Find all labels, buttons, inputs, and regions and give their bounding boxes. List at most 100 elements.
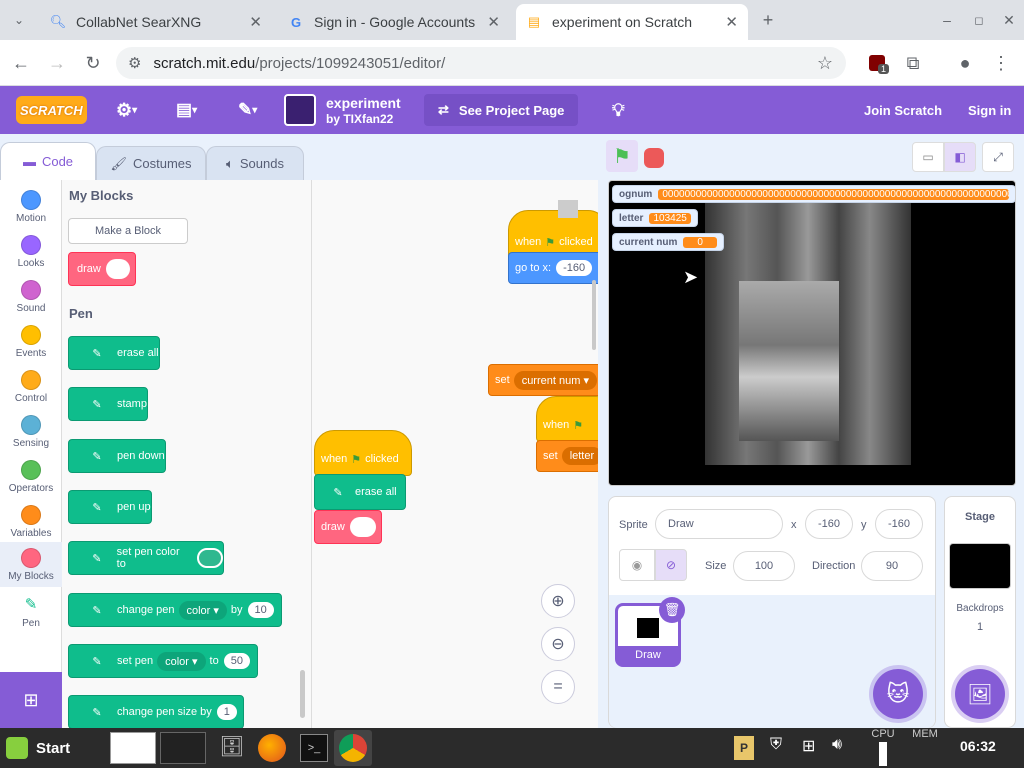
choose-backdrop-button[interactable]: 🖼︎: [955, 669, 1005, 719]
close-icon[interactable]: ✕: [487, 13, 500, 31]
forward-icon[interactable]: →: [42, 48, 72, 78]
sprite-name-field[interactable]: Draw: [655, 509, 783, 539]
block-erase-all[interactable]: ✎ erase all: [314, 474, 406, 510]
block-change-pen[interactable]: ✎ change pen color ▾ by 10: [68, 593, 282, 627]
show-sprite-button[interactable]: ◉: [619, 549, 655, 581]
clock[interactable]: 06:32: [960, 738, 996, 754]
sprite-size-field[interactable]: 100: [733, 551, 795, 581]
category-control[interactable]: Control: [0, 364, 62, 409]
block-set-letter[interactable]: set letter: [536, 440, 598, 472]
category-my-blocks[interactable]: My Blocks: [0, 542, 62, 587]
block-set-pen-color[interactable]: ✎ set pen color to: [68, 541, 224, 575]
script-area[interactable]: when ⚑ clicked go to x: -160 set current num…: [312, 180, 598, 728]
block-input[interactable]: -160: [556, 260, 593, 276]
category-sound[interactable]: Sound: [0, 274, 62, 319]
category-looks[interactable]: Looks: [0, 229, 62, 274]
block-go-to-xy[interactable]: go to x: -160: [508, 252, 598, 284]
block-input[interactable]: 50: [223, 653, 250, 669]
extensions-puzzle-icon[interactable]: ⧉: [898, 48, 928, 78]
color-dropdown[interactable]: color ▾: [157, 651, 206, 671]
edit-menu-icon[interactable]: ✎ ▾: [238, 86, 257, 134]
sprite-y-field[interactable]: -160: [875, 509, 923, 539]
cpu-monitor[interactable]: CPU: [866, 728, 900, 768]
lightbulb-icon[interactable]: 💡︎: [612, 86, 625, 134]
stage-canvas[interactable]: ognum 00000000000000000000000000000000000…: [608, 180, 1016, 486]
browser-menu-icon[interactable]: ⋮: [986, 48, 1016, 78]
file-manager-icon[interactable]: 🗄︎: [218, 734, 246, 762]
block-change-pen-size[interactable]: ✎ change pen size by 1: [68, 695, 244, 728]
chrome-taskbar-item[interactable]: [334, 730, 372, 766]
file-menu-icon[interactable]: ▤ ▾: [176, 86, 197, 134]
tab-searxng[interactable]: 🔍︎ CollabNet SearXNG ✕: [40, 4, 272, 40]
back-icon[interactable]: ←: [6, 48, 36, 78]
sprite-x-field[interactable]: -160: [805, 509, 853, 539]
url-field[interactable]: ⚙ scratch.mit.edu/projects/1099243051/ed…: [116, 47, 846, 79]
category-operators[interactable]: Operators: [0, 454, 62, 499]
add-extension-button[interactable]: ⊞: [0, 672, 62, 728]
close-icon[interactable]: ✕: [249, 13, 262, 31]
maximize-icon[interactable]: ◻: [964, 5, 994, 35]
stage-thumbnail[interactable]: [949, 543, 1011, 589]
scratch-logo[interactable]: SCRATCH: [16, 96, 87, 124]
project-author[interactable]: by TIXfan22: [326, 112, 393, 126]
tab-scratch[interactable]: ▤ experiment on Scratch ✕: [516, 4, 748, 40]
block-pen-down[interactable]: ✎ pen down: [68, 439, 166, 473]
firefox-icon[interactable]: [258, 734, 286, 762]
sprite-direction-field[interactable]: 90: [861, 551, 923, 581]
block-draw[interactable]: draw: [68, 252, 136, 286]
new-tab-icon[interactable]: +: [753, 5, 783, 35]
window-close-icon[interactable]: ✕: [994, 5, 1024, 35]
bookmark-star-icon[interactable]: ☆: [810, 48, 840, 78]
volume-icon[interactable]: 🔊︎: [832, 736, 842, 754]
zoom-reset-button[interactable]: =: [541, 670, 575, 704]
small-stage-button[interactable]: ▭: [912, 142, 944, 172]
terminal-icon[interactable]: >_: [300, 734, 328, 762]
category-events[interactable]: Events: [0, 319, 62, 364]
extension-ublock-icon[interactable]: 1: [862, 48, 892, 78]
taskbar-window-thumb[interactable]: [110, 732, 156, 764]
green-flag-button[interactable]: ⚑: [606, 140, 638, 172]
tab-code[interactable]: ▬ Code: [0, 142, 96, 180]
tab-search-icon[interactable]: ⌄: [4, 5, 34, 35]
zoom-in-button[interactable]: ⊕: [541, 584, 575, 618]
stop-button[interactable]: [644, 148, 664, 168]
see-project-page-button[interactable]: ⇄ See Project Page: [424, 94, 579, 126]
delete-sprite-button[interactable]: 🗑︎: [659, 597, 685, 623]
choose-sprite-button[interactable]: 🐱︎: [873, 669, 923, 719]
zoom-out-button[interactable]: ⊖: [541, 627, 575, 661]
clipboard-icon[interactable]: P: [734, 736, 754, 760]
fullscreen-button[interactable]: ⤢: [982, 142, 1014, 172]
taskbar-window-thumb[interactable]: [160, 732, 206, 764]
hide-sprite-button[interactable]: ⊘: [655, 549, 687, 581]
block-input[interactable]: 10: [247, 602, 274, 618]
category-motion[interactable]: Motion: [0, 184, 62, 229]
block-input[interactable]: 1: [216, 704, 237, 720]
sign-in-link[interactable]: Sign in: [968, 86, 1011, 134]
close-icon[interactable]: ✕: [725, 13, 738, 31]
large-stage-button[interactable]: ◧: [944, 142, 976, 172]
block-erase-all[interactable]: ✎ erase all: [68, 336, 160, 370]
color-swatch[interactable]: [197, 548, 223, 568]
color-dropdown[interactable]: color ▾: [178, 600, 227, 620]
palette-scrollbar[interactable]: [300, 670, 305, 718]
block-pen-up[interactable]: ✎ pen up: [68, 490, 152, 524]
category-pen[interactable]: ✎ Pen: [0, 589, 62, 634]
category-variables[interactable]: Variables: [0, 499, 62, 544]
variable-dropdown[interactable]: letter: [561, 447, 598, 465]
minimize-icon[interactable]: –: [932, 5, 962, 35]
make-a-block-button[interactable]: Make a Block: [68, 218, 188, 244]
script-scrollbar[interactable]: [592, 280, 596, 350]
network-icon[interactable]: ⊞: [802, 736, 815, 756]
block-input[interactable]: [105, 259, 130, 279]
start-button[interactable]: Start: [6, 734, 70, 762]
block-stamp[interactable]: ✎ stamp: [68, 387, 148, 421]
settings-gear-icon[interactable]: ⚙ ▾: [116, 86, 137, 134]
site-info-icon[interactable]: ⚙: [128, 54, 141, 72]
hat-when-flag-clicked[interactable]: when ⚑ clicked: [314, 430, 412, 476]
hat-when-flag-clicked[interactable]: when ⚑: [536, 396, 598, 442]
shield-icon[interactable]: ⛨: [770, 736, 782, 754]
tab-costumes[interactable]: 🖌︎ Costumes: [96, 146, 206, 180]
category-sensing[interactable]: Sensing: [0, 409, 62, 454]
block-set-current-num[interactable]: set current num ▾: [488, 364, 598, 396]
block-draw-call[interactable]: draw: [314, 510, 382, 544]
